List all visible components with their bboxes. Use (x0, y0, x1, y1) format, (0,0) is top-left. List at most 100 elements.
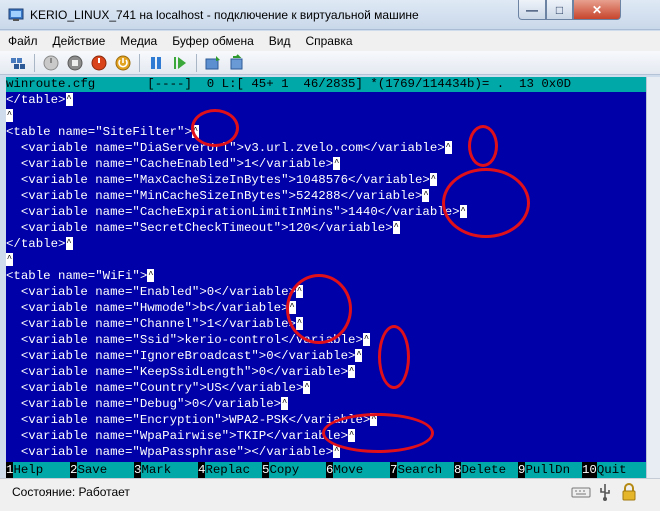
function-key-5[interactable]: 5 Copy (262, 462, 326, 478)
editor-line: <table name="SiteFilter">^ (6, 124, 646, 140)
editor-line: <variable name="CacheEnabled">1</variabl… (6, 156, 646, 172)
ctrl-alt-del-icon (11, 57, 25, 69)
line-end-marker: ^ (333, 157, 341, 171)
line-end-marker: ^ (6, 253, 13, 267)
turnoff-icon (67, 55, 83, 70)
function-key-label: Move (333, 462, 390, 478)
toolbar (0, 51, 660, 75)
revert-button[interactable] (227, 53, 247, 73)
editor-line: <variable name="CacheExpirationLimitInMi… (6, 204, 646, 220)
annotation-circle (378, 325, 410, 389)
pause-icon (151, 56, 161, 69)
editor-line: </table>^ (6, 92, 646, 108)
function-key-number: 2 (70, 462, 78, 478)
editor-line: <variable name="WpaPassphrase"></variabl… (6, 444, 646, 460)
menu-help[interactable]: Справка (305, 34, 352, 48)
line-end-marker: ^ (392, 221, 400, 235)
editor-line: <variable name="Debug">0</variable>^ (6, 396, 646, 412)
function-key-3[interactable]: 3 Mark (134, 462, 198, 478)
editor-line-text: <table name="SiteFilter"> (6, 125, 192, 139)
function-key-number: 5 (262, 462, 270, 478)
function-key-number: 9 (518, 462, 526, 478)
function-key-4[interactable]: 4 Replac (198, 462, 262, 478)
line-end-marker: ^ (65, 93, 73, 107)
editor-line: <variable name="Country">US</variable>^ (6, 380, 646, 396)
toolbar-separator (139, 53, 140, 72)
function-key-8[interactable]: 8 Delete (454, 462, 518, 478)
status-bar: Состояние: Работает (0, 478, 660, 511)
editor-line: ^ (6, 108, 646, 124)
pause-button[interactable] (146, 53, 166, 73)
editor-line-text: <variable name="Enabled">0</variable> (6, 285, 296, 299)
vm-console-screen[interactable]: winroute.cfg [----] 0 L:[ 45+ 1 46/2835]… (6, 77, 646, 478)
function-key-number: 1 (6, 462, 14, 478)
title-bar: KERIO_LINUX_741 на localhost - подключен… (0, 0, 660, 30)
function-key-label: Save (77, 462, 134, 478)
function-key-6[interactable]: 6 Move (326, 462, 390, 478)
annotation-circle (286, 274, 352, 344)
function-key-number: 10 (582, 462, 597, 478)
function-key-label: Help (13, 462, 70, 478)
annotation-circle (322, 413, 434, 453)
resume-icon (174, 56, 186, 69)
function-key-label: Delete (461, 462, 518, 478)
function-key-label: Replac (205, 462, 262, 478)
editor-line-text: <variable name="Encryption">WPA2-PSK</va… (6, 413, 371, 427)
editor-line-text: </table> (6, 237, 66, 251)
turnoff-button[interactable] (65, 53, 85, 73)
function-key-1[interactable]: 1 Help (6, 462, 70, 478)
function-key-bar: 1 Help 2 Save 3 Mark 4 Replac 5 Copy 6 Move 7 Search 8… (6, 462, 646, 478)
line-end-marker: ^ (348, 365, 356, 379)
menu-media[interactable]: Медиа (120, 34, 157, 48)
editor-line: <variable name="MaxCacheSizeInBytes">104… (6, 172, 646, 188)
menu-view[interactable]: Вид (269, 34, 291, 48)
function-key-label: Search (397, 462, 454, 478)
function-key-label: PullDn (525, 462, 582, 478)
editor-line: </table>^ (6, 236, 646, 252)
power-button[interactable] (113, 53, 133, 73)
power-icon (115, 55, 131, 70)
usb-icon (600, 484, 610, 501)
snapshot-button[interactable] (203, 53, 223, 73)
editor-line: <variable name="SecretCheckTimeout">120<… (6, 220, 646, 236)
function-key-7[interactable]: 7 Search (390, 462, 454, 478)
resume-button[interactable] (170, 53, 190, 73)
close-button[interactable]: ✕ (573, 0, 621, 20)
editor-line-text: <variable name="Hwmode">b</variable> (6, 301, 289, 315)
line-end-marker: ^ (303, 381, 311, 395)
function-key-number: 4 (198, 462, 206, 478)
function-key-number: 8 (454, 462, 462, 478)
annotation-circle (468, 125, 498, 167)
line-end-marker: ^ (444, 141, 452, 155)
shutdown-icon (91, 55, 107, 70)
function-key-number: 3 (134, 462, 142, 478)
maximize-button[interactable]: □ (546, 0, 573, 20)
shutdown-button[interactable] (89, 53, 109, 73)
lock-icon (622, 483, 636, 501)
window-title: KERIO_LINUX_741 на localhost - подключен… (30, 8, 419, 22)
ctrl-alt-del-button[interactable] (8, 53, 28, 73)
function-key-number: 6 (326, 462, 334, 478)
minimize-button[interactable]: — (518, 0, 546, 20)
menu-clipboard[interactable]: Буфер обмена (172, 34, 254, 48)
editor-line: <variable name="DiaServerUrl">v3.url.zve… (6, 140, 646, 156)
line-end-marker: ^ (6, 109, 13, 123)
menu-action[interactable]: Действие (53, 34, 106, 48)
line-end-marker: ^ (362, 333, 370, 347)
vertical-scrollbar[interactable] (646, 77, 660, 478)
function-key-9[interactable]: 9 PullDn (518, 462, 582, 478)
editor-line: ^ (6, 252, 646, 268)
menu-file[interactable]: Файл (8, 34, 38, 48)
editor-line-text: <variable name="IgnoreBroadcast">0</vari… (6, 349, 356, 363)
function-key-10[interactable]: 10 Quit (582, 462, 646, 478)
function-key-label: Quit (596, 462, 646, 478)
editor-line-text: <variable name="CacheEnabled">1</variabl… (6, 157, 334, 171)
line-end-marker: ^ (65, 237, 73, 251)
start-button[interactable] (41, 53, 61, 73)
revert-icon (230, 53, 243, 69)
keyboard-icon (571, 487, 591, 498)
editor-line-text: <variable name="WpaPairwise">TKIP</varia… (6, 429, 349, 443)
editor-line-text: <variable name="MinCacheSizeInBytes">524… (6, 189, 423, 203)
function-key-2[interactable]: 2 Save (70, 462, 134, 478)
snapshot-icon (205, 55, 220, 69)
